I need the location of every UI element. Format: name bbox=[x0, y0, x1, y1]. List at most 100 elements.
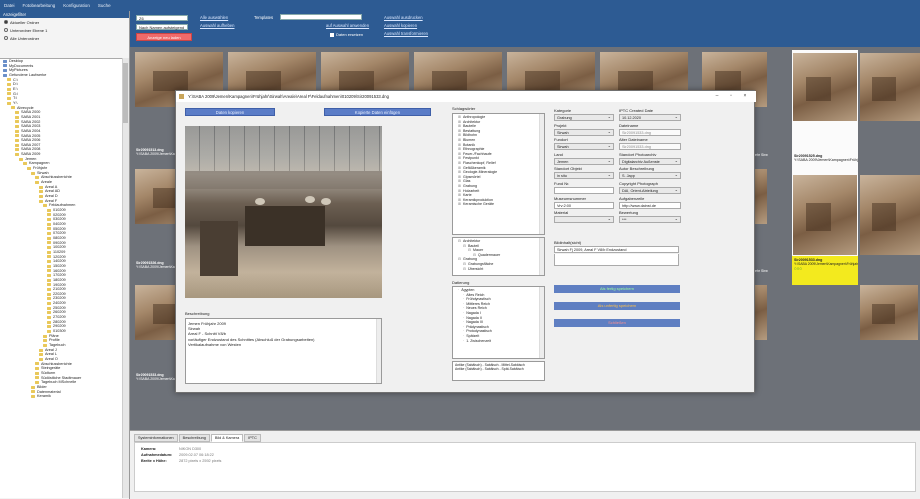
apply-template-link[interactable]: auf Auswahl anwenden bbox=[326, 23, 369, 28]
maximize-icon[interactable]: ▫ bbox=[724, 91, 738, 102]
tree-node[interactable]: ⊟ Übersicht bbox=[456, 267, 541, 272]
folder-tree: Desktop MyDocuments MyPictures Gefundene La… bbox=[0, 58, 122, 498]
selected-thumbnail-card[interactable]: Sir20091525.dng Y:\SABA 2009\Jemen\Kampa… bbox=[792, 50, 858, 285]
thumbnail[interactable] bbox=[860, 53, 920, 121]
kategorie-select[interactable]: Grabung bbox=[554, 114, 614, 121]
expand-icon[interactable]: ⊟ bbox=[463, 267, 466, 272]
expand-icon[interactable]: ⊟ bbox=[463, 244, 466, 249]
reload-button[interactable]: Anzeige neu laden bbox=[136, 33, 192, 41]
tree-node[interactable]: Keramik bbox=[0, 394, 122, 399]
bildinhalt-extra[interactable] bbox=[554, 254, 679, 266]
transform-selection-link[interactable]: Auswahl transformieren bbox=[384, 31, 428, 36]
thumbnail[interactable] bbox=[793, 175, 857, 255]
templates-select[interactable] bbox=[280, 14, 362, 20]
size-select[interactable]: Z6 bbox=[136, 15, 188, 21]
copy-data-button[interactable]: Daten kopieren bbox=[185, 108, 275, 116]
filter-radio[interactable]: Unterordner Ebene 1 bbox=[0, 26, 129, 34]
photoarchiv-select[interactable]: Digitalarchiv Außenste bbox=[619, 157, 681, 165]
minimize-icon[interactable]: – bbox=[710, 91, 724, 102]
folder-icon bbox=[47, 283, 51, 287]
folder-icon bbox=[47, 325, 51, 329]
selected-keywords-scrollbar[interactable] bbox=[539, 238, 544, 275]
tree-scrollbar-thumb[interactable] bbox=[123, 63, 128, 123]
copyright-select[interactable]: DAI, Orient-Abteilung bbox=[619, 186, 681, 194]
expand-icon[interactable]: ⊟ bbox=[458, 257, 461, 262]
expand-icon[interactable]: ⊟ bbox=[468, 248, 471, 253]
info-tab[interactable]: Beschreibung bbox=[178, 434, 210, 442]
rating-stars[interactable]: ○○○ bbox=[792, 266, 858, 271]
radio-icon[interactable] bbox=[4, 36, 8, 40]
info-tab[interactable]: Bild & Kamera bbox=[210, 434, 244, 442]
fundnr-label: Fund Nr. bbox=[554, 180, 570, 186]
folder-icon bbox=[47, 241, 51, 245]
save-unfinished-button[interactable]: Als unfertig speichern bbox=[554, 302, 680, 310]
menu-konfiguration[interactable]: Konfiguration bbox=[59, 0, 94, 11]
fundort-select[interactable]: Sirwah bbox=[554, 143, 614, 151]
museum-input[interactable]: Vrv:2:00 bbox=[554, 201, 614, 209]
dateiname-input[interactable]: Sir20091533.dng bbox=[619, 128, 681, 136]
select-all-link[interactable]: Alle auswählen bbox=[200, 15, 228, 20]
menu-datei[interactable]: Datei bbox=[0, 0, 19, 11]
expand-icon[interactable]: · bbox=[458, 288, 459, 293]
filter-radio[interactable]: Alle Unterordner bbox=[0, 34, 129, 42]
paste-data-button[interactable]: Kopierte Daten einfügen bbox=[324, 108, 431, 116]
thumbnail[interactable] bbox=[860, 175, 920, 255]
folder-icon bbox=[15, 115, 19, 119]
folder-icon bbox=[3, 73, 7, 77]
description-textarea[interactable]: Jemen Frühjahr 2009 Sirwah Areal F - Schni… bbox=[185, 318, 382, 384]
menu-fotobearbeitung[interactable]: Fotobearbeitung bbox=[19, 0, 60, 11]
replace-data-checkbox[interactable]: Daten ersetzen bbox=[330, 32, 363, 37]
expand-icon[interactable]: · bbox=[463, 339, 464, 344]
selected-keywords-tree[interactable]: ⊟ Architektur ⊟ Bauteil ⊟ Mauer ⊟ Quadermauer ⊟ G… bbox=[452, 237, 545, 276]
alt_dateiname-input[interactable]: Sir20091533.dng bbox=[619, 143, 681, 151]
projekt-select[interactable]: Sirwah bbox=[554, 128, 614, 136]
standort-select[interactable]: in situ bbox=[554, 172, 614, 180]
standort-label: Standort Objekt bbox=[554, 166, 582, 172]
material-select[interactable] bbox=[554, 216, 614, 224]
save-finished-button[interactable]: Als fertig speichern bbox=[554, 285, 680, 293]
expand-icon[interactable]: ⊟ bbox=[458, 239, 461, 244]
thumbnail-caption: ehr Sirw bbox=[755, 269, 795, 273]
expand-icon[interactable]: ⊞ bbox=[458, 202, 461, 207]
description-label: Beschreibung bbox=[185, 311, 210, 316]
dating-value[interactable]: Antike (Sabäisch) - Sabäisch - Mittel-Sa… bbox=[452, 361, 545, 381]
clear-selection-link[interactable]: Auswahl aufheben bbox=[200, 23, 234, 28]
print-selection-link[interactable]: Auswahl ausdrucken bbox=[384, 15, 423, 20]
keywords-tree[interactable]: ⊞ Anthropologie ⊞ Architektur ⊞ Bauteile ⊞ Best… bbox=[452, 113, 545, 235]
bildinhalt-input[interactable]: Sirwah Fj 2009, Areal F V8/b Endzustand bbox=[554, 246, 679, 253]
dating-tree[interactable]: · Ägypten · Altes Reich · Frühdynastisch · Mitt… bbox=[452, 286, 545, 359]
thumbnail[interactable] bbox=[793, 53, 857, 121]
folder-icon bbox=[47, 320, 51, 324]
radio-icon[interactable] bbox=[4, 20, 8, 24]
copyright-label: Copyright Photograph bbox=[619, 180, 658, 186]
folder-icon bbox=[47, 297, 51, 301]
close-icon[interactable]: × bbox=[738, 91, 752, 102]
autor-select[interactable]: S. Japp bbox=[619, 172, 681, 180]
thumbnail[interactable] bbox=[860, 285, 918, 340]
copy-selection-link[interactable]: Auswahl kopieren bbox=[384, 23, 417, 28]
thumbnail-caption: Sir20091525.dng Y:\SABA 2009\Jemen\Kampa… bbox=[794, 154, 858, 162]
tree-scrollbar[interactable] bbox=[122, 58, 129, 498]
caption-path: ehr Sirw bbox=[755, 153, 768, 157]
dating-scrollbar[interactable] bbox=[539, 287, 544, 358]
description-scrollbar[interactable] bbox=[376, 319, 381, 383]
info-tab[interactable]: IPTC bbox=[244, 434, 261, 442]
filter-radio[interactable]: Aktueller Ordner bbox=[0, 18, 129, 26]
menu-suche[interactable]: Suche bbox=[94, 0, 115, 11]
sort-select[interactable]: Nach Namen aufsteigend bbox=[136, 24, 188, 30]
photoarchiv-label: Standort Photoarchiv bbox=[619, 151, 657, 157]
iptc_date-select[interactable]: 10.12.2020 bbox=[619, 114, 681, 121]
folder-icon bbox=[35, 367, 39, 371]
land-select[interactable]: Jemen bbox=[554, 157, 614, 165]
checkbox-box[interactable] bbox=[330, 32, 334, 37]
aufgabenzeile-input[interactable]: http://www.dainst.de bbox=[619, 201, 681, 209]
tree-node[interactable]: · 1. Zwischenzeit bbox=[456, 339, 541, 344]
info-tab[interactable]: Systeminformationen bbox=[134, 434, 178, 442]
tree-node[interactable]: ⊞ Keramische Geräte bbox=[456, 202, 541, 207]
radio-icon[interactable] bbox=[4, 28, 8, 32]
bewertung-select[interactable]: *** bbox=[619, 216, 681, 224]
close-dialog-button[interactable]: Schließen bbox=[554, 319, 680, 327]
folder-icon bbox=[47, 218, 51, 222]
keywords-scrollbar[interactable] bbox=[539, 114, 544, 234]
fundnr-input[interactable] bbox=[554, 186, 614, 194]
